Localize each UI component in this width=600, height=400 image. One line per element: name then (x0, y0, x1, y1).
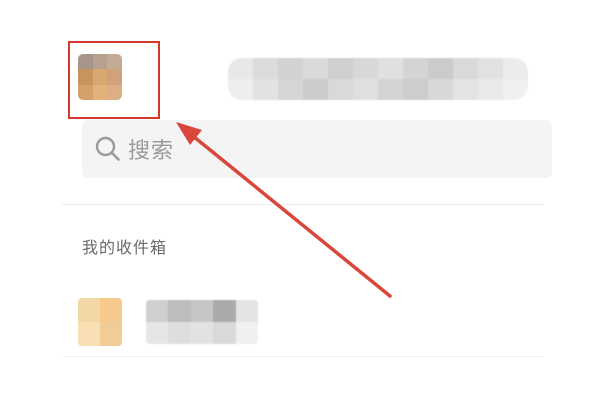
name-mosaic-cell (303, 79, 328, 100)
inbox-icon-mosaic-cell (100, 322, 122, 346)
inbox-icon-mosaic-cell (78, 298, 100, 322)
inbox-name-mosaic-cell (168, 300, 191, 322)
inbox-item-icon[interactable] (78, 298, 122, 346)
inbox-name-mosaic-cell (146, 300, 169, 322)
name-mosaic-cell (503, 79, 528, 100)
name-mosaic-cell (328, 58, 353, 79)
name-mosaic-cell (253, 58, 278, 79)
name-mosaic-cell (228, 58, 253, 79)
mobile-screen: 搜索 我的收件箱 (0, 0, 600, 400)
inbox-name-mosaic-cell (213, 300, 236, 322)
name-mosaic-cell (378, 79, 403, 100)
name-mosaic-cell (253, 79, 278, 100)
inbox-name-mosaic-cell (190, 300, 214, 322)
inbox-item-name-blurred[interactable] (146, 300, 258, 344)
name-mosaic-cell (353, 58, 378, 79)
inbox-name-mosaic-cell (190, 322, 214, 344)
name-mosaic-cell (278, 79, 303, 100)
name-mosaic-cell (428, 58, 453, 79)
inbox-name-mosaic-cell (235, 300, 258, 322)
name-mosaic-cell (403, 79, 428, 100)
profile-name-blurred[interactable] (228, 58, 528, 100)
name-mosaic-cell (228, 79, 253, 100)
name-mosaic-cell (303, 58, 328, 79)
avatar-highlight-box (68, 41, 160, 119)
name-mosaic-cell (478, 79, 503, 100)
inbox-section-label: 我的收件箱 (82, 238, 168, 257)
inbox-icon-mosaic-cell (78, 322, 100, 346)
inbox-name-mosaic-cell (146, 322, 169, 344)
name-mosaic-cell (278, 58, 303, 79)
name-mosaic-cell (478, 58, 503, 79)
name-mosaic-cell (428, 79, 453, 100)
inbox-name-mosaic-cell (168, 322, 191, 344)
name-mosaic-cell (453, 79, 478, 100)
name-mosaic-cell (353, 79, 378, 100)
name-mosaic-cell (503, 58, 528, 79)
name-mosaic-cell (328, 79, 353, 100)
name-mosaic-cell (378, 58, 403, 79)
name-mosaic-cell (453, 58, 478, 79)
name-mosaic-cell (403, 58, 428, 79)
search-bar[interactable]: 搜索 (82, 120, 552, 178)
inbox-icon-mosaic-cell (100, 298, 122, 322)
inbox-name-mosaic-cell (235, 322, 258, 344)
section-divider (62, 204, 544, 205)
list-divider (62, 356, 544, 357)
inbox-name-mosaic-cell (213, 322, 236, 344)
search-placeholder: 搜索 (128, 139, 175, 164)
search-icon (95, 136, 120, 161)
